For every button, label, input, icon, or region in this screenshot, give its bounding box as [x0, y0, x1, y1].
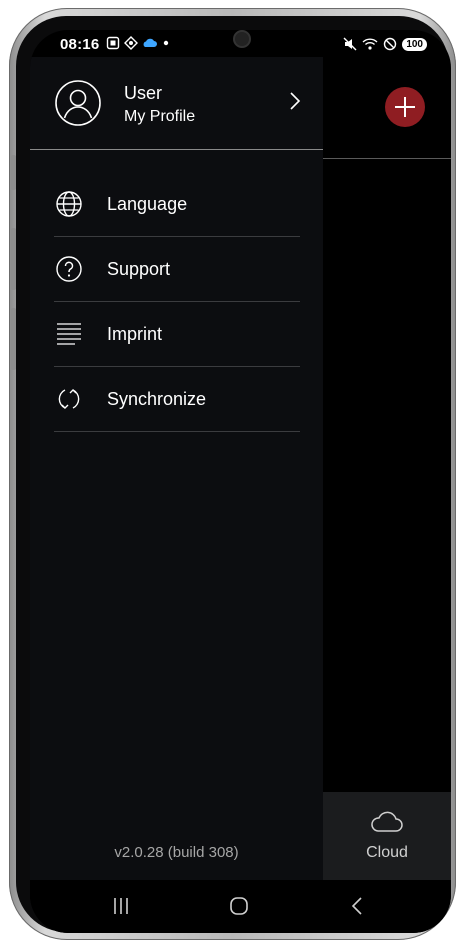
menu-item-language-label: Language	[107, 193, 188, 214]
menu-item-imprint-label: Imprint	[107, 323, 163, 344]
back-icon	[351, 897, 362, 915]
add-button[interactable]	[385, 87, 425, 127]
front-camera	[233, 30, 251, 48]
sync-icon	[54, 384, 84, 414]
lines-icon	[54, 319, 84, 349]
dnd-icon	[384, 37, 397, 51]
vpn-icon	[124, 36, 138, 50]
menu-item-synchronize-label: Synchronize	[107, 388, 207, 409]
system-nav-bar	[30, 880, 451, 933]
profile-subtitle: My Profile	[124, 108, 196, 125]
status-time: 08:16	[60, 36, 100, 53]
recents-icon	[114, 898, 128, 914]
menu-item-imprint[interactable]: Imprint	[54, 302, 300, 367]
notification-dot-icon	[163, 40, 169, 46]
menu-item-synchronize[interactable]: Synchronize	[54, 367, 300, 432]
cloud-icon	[371, 811, 403, 832]
screen: Cloud 08:16 100 User My Profile Language…	[30, 30, 451, 933]
recents-button[interactable]	[106, 892, 136, 920]
plus-icon	[395, 97, 415, 117]
profile-divider	[30, 149, 323, 150]
profile-name: User	[124, 83, 163, 103]
status-icons-right: 100	[343, 37, 427, 51]
screenshot-icon	[106, 36, 120, 50]
back-button[interactable]	[342, 892, 372, 920]
help-circle-icon	[54, 254, 84, 284]
user-avatar-icon	[55, 80, 101, 126]
menu-item-language[interactable]: Language	[54, 172, 300, 237]
mute-icon	[343, 37, 357, 51]
tab-cloud-label: Cloud	[366, 844, 408, 861]
chevron-right-icon	[290, 92, 301, 110]
weather-icon	[143, 38, 157, 47]
menu-item-support-label: Support	[107, 258, 171, 279]
navigation-drawer: User My Profile Language Support Imprint…	[30, 57, 323, 880]
menu-item-support[interactable]: Support	[54, 237, 300, 302]
profile-row[interactable]: User My Profile	[30, 57, 323, 149]
home-icon	[230, 897, 248, 915]
tab-cloud[interactable]: Cloud	[323, 792, 451, 880]
battery-indicator: 100	[402, 37, 427, 51]
home-button[interactable]	[224, 892, 254, 920]
status-icons-left	[106, 36, 170, 50]
app-version: v2.0.28 (build 308)	[114, 844, 239, 861]
globe-icon	[54, 189, 84, 219]
profile-texts: User My Profile	[124, 82, 195, 128]
wifi-icon	[362, 38, 378, 50]
drawer-menu: Language Support Imprint Synchronize	[54, 172, 300, 432]
header-divider	[323, 158, 451, 159]
